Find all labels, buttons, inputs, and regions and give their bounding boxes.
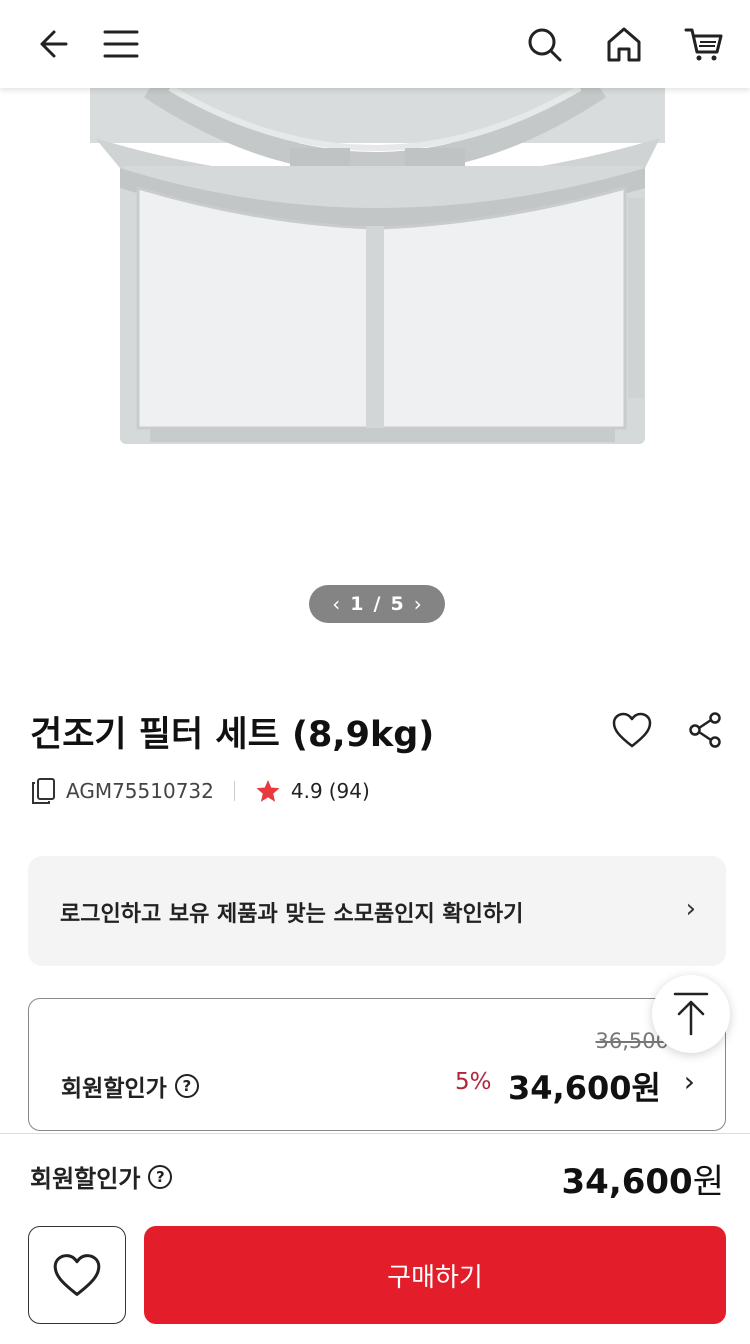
home-button[interactable] (600, 20, 648, 68)
search-icon (528, 28, 562, 62)
product-meta: AGM75510732 4.9 (94) (30, 776, 370, 806)
hamburger-menu-icon (103, 30, 139, 58)
product-image (90, 88, 665, 444)
arrow-left-icon (40, 30, 68, 58)
gallery-next-button[interactable]: › (414, 592, 422, 616)
member-price: 34,600원 (508, 1069, 661, 1107)
back-button[interactable] (28, 20, 76, 68)
copy-icon[interactable] (30, 777, 56, 805)
discount-rate: 5% (455, 1069, 492, 1095)
share-button[interactable] (683, 708, 727, 752)
help-icon[interactable]: ? (148, 1164, 173, 1189)
bottom-wishlist-button[interactable] (28, 1226, 126, 1324)
member-price-label: 회원할인가 ? (61, 1069, 199, 1103)
wishlist-button[interactable] (610, 708, 654, 752)
product-image-gallery[interactable]: ‹ 1 / 5 › (0, 88, 750, 668)
share-icon (689, 712, 721, 748)
buy-button[interactable]: 구매하기 (144, 1226, 726, 1324)
member-price-label-text: 회원할인가 (61, 1076, 167, 1102)
login-check-banner[interactable]: 로그인하고 보유 제품과 맞는 소모품인지 확인하기 › (28, 856, 726, 966)
login-check-text: 로그인하고 보유 제품과 맞는 소모품인지 확인하기 (60, 902, 524, 927)
chevron-right-icon: › (683, 1065, 695, 1098)
top-header (0, 0, 750, 88)
bottom-price: 34,600원 (562, 1154, 724, 1203)
bottom-price-currency: 원 (692, 1162, 724, 1202)
gallery-prev-button[interactable]: ‹ (332, 592, 340, 616)
model-code: AGM75510732 (66, 779, 214, 803)
bottom-price-value: 34,600 (561, 1162, 693, 1202)
bottom-price-label: 회원할인가 ? (30, 1159, 173, 1194)
member-price-card[interactable]: 36,500 회원할인가 ? 5% 34,600원 › (28, 998, 726, 1131)
chevron-right-icon: › (685, 894, 696, 924)
heart-icon (612, 712, 652, 748)
help-icon[interactable]: ? (174, 1074, 199, 1098)
search-button[interactable] (520, 20, 568, 68)
arrow-up-icon (673, 992, 709, 1036)
cart-button[interactable] (680, 20, 728, 68)
menu-button[interactable] (97, 20, 145, 68)
bottom-price-label-text: 회원할인가 (30, 1165, 141, 1193)
gallery-total-pages: 5 (390, 593, 404, 615)
home-icon (607, 27, 641, 62)
meta-divider (233, 781, 235, 801)
gallery-separator: / (373, 593, 381, 615)
product-title: 건조기 필터 세트 (8,9kg) (30, 715, 435, 755)
star-icon (256, 780, 280, 802)
gallery-current-page: 1 (350, 593, 364, 615)
rating-value: 4.9 (290, 779, 323, 803)
bottom-purchase-bar: 회원할인가 ? 34,600원 구매하기 (0, 1133, 750, 1344)
gallery-pager: ‹ 1 / 5 › (309, 585, 445, 623)
cart-icon (684, 28, 723, 61)
heart-icon (53, 1254, 101, 1296)
review-count[interactable]: (94) (329, 779, 370, 803)
scroll-to-top-button[interactable] (652, 975, 730, 1053)
